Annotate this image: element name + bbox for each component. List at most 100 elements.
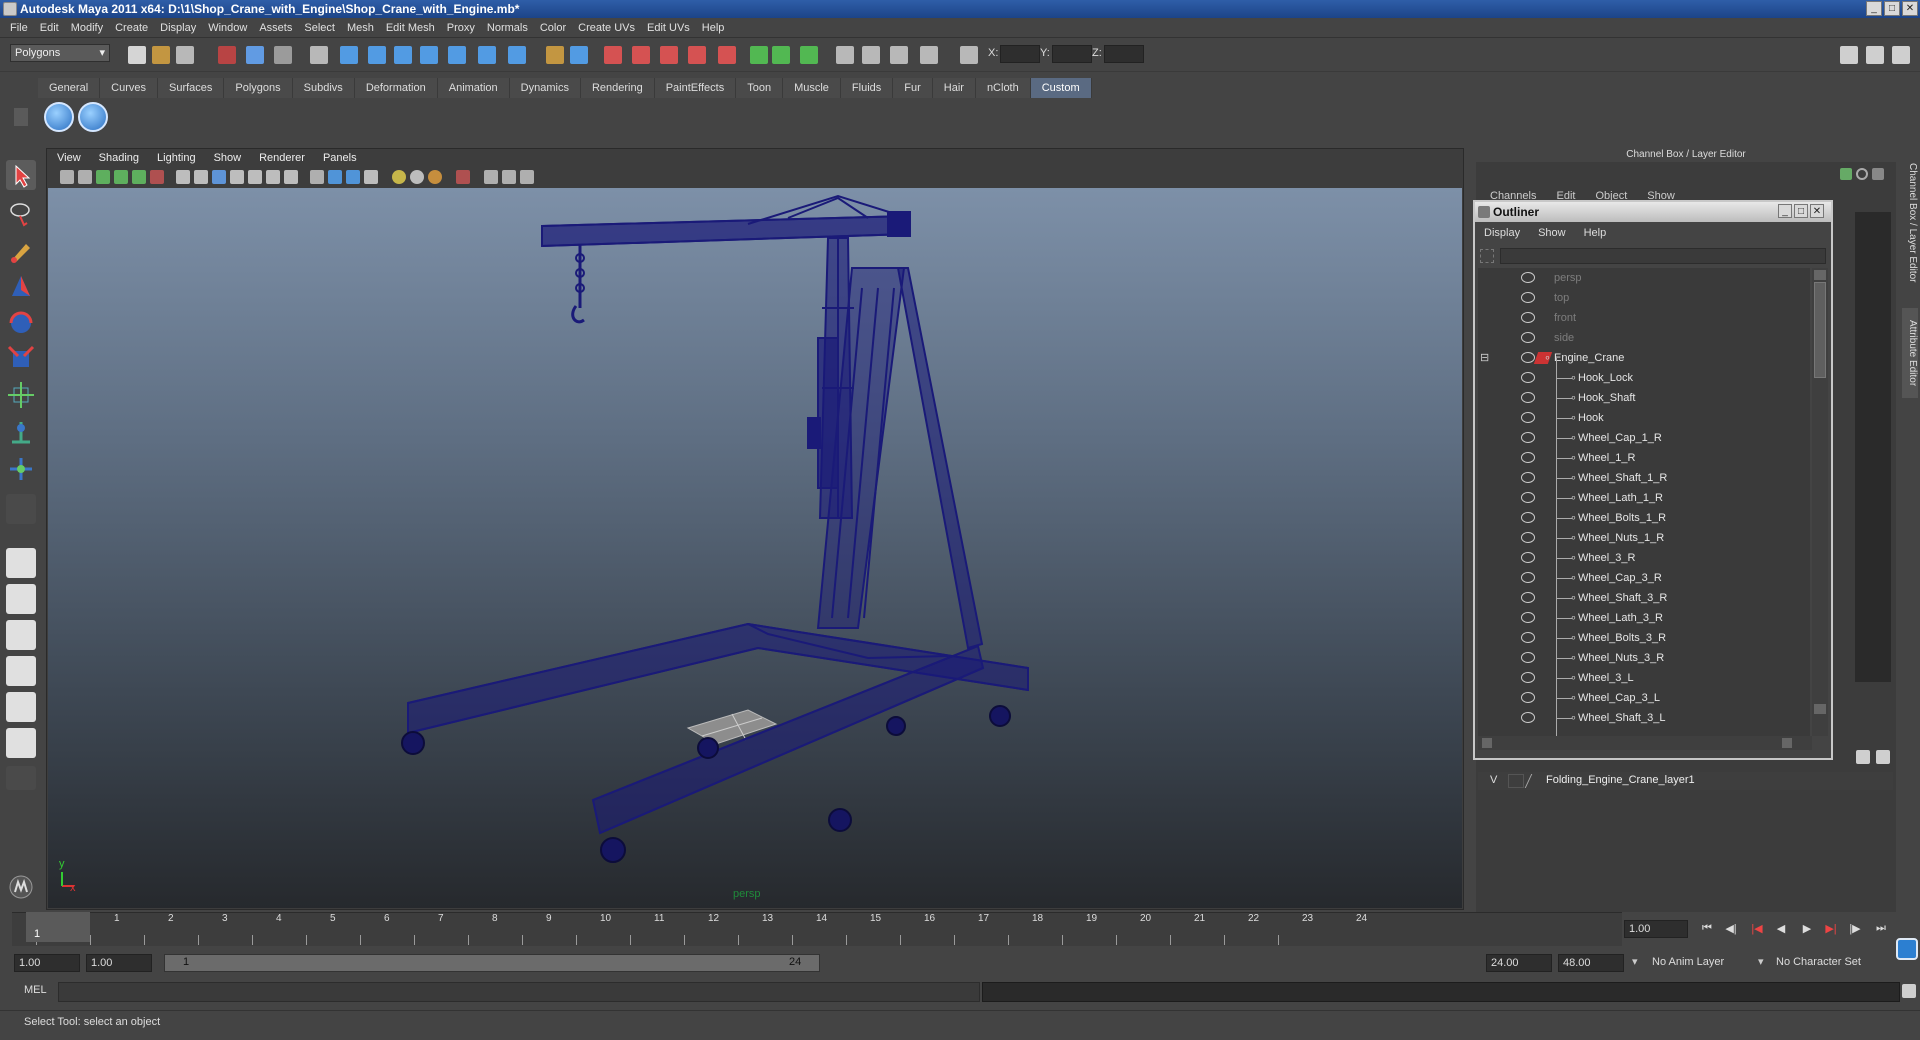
manipulator-tool-icon[interactable]	[6, 380, 36, 410]
layout-tool-icon[interactable]	[1892, 46, 1910, 64]
shelf-tab-fur[interactable]: Fur	[893, 78, 933, 98]
viewport-menu-shading[interactable]: Shading	[90, 152, 148, 164]
list-item[interactable]: front	[1478, 308, 1810, 328]
menu-create[interactable]: Create	[109, 22, 154, 34]
snap-curve-icon[interactable]	[368, 46, 386, 64]
maximize-button[interactable]: □	[1884, 1, 1900, 16]
auto-key-icon[interactable]	[1896, 938, 1918, 960]
time-slider[interactable]: 1 2 3 4 5 6 7 8 9 10 11 12 13 14 15 16 17 18 19 20 21 22 23 24	[12, 912, 1622, 946]
select-component-icon[interactable]	[274, 46, 292, 64]
show-hide-attr-icon[interactable]	[772, 46, 790, 64]
menu-edit-uvs[interactable]: Edit UVs	[641, 22, 696, 34]
list-item[interactable]: ∘ Wheel_Shaft_3_R	[1478, 588, 1810, 608]
light-icon[interactable]	[890, 46, 908, 64]
menu-color[interactable]: Color	[534, 22, 572, 34]
list-item[interactable]: ∘ Wheel_Nuts_3_R	[1478, 648, 1810, 668]
safe-title-icon[interactable]	[284, 170, 298, 184]
y-input[interactable]	[1052, 45, 1092, 63]
list-item[interactable]: ∘ Wheel_Cap_3_R	[1478, 568, 1810, 588]
list-item[interactable]: ∘ Wheel_Bolts_1_R	[1478, 508, 1810, 528]
list-item[interactable]: ∘ Wheel_Lath_1_R	[1478, 488, 1810, 508]
scroll-up-icon[interactable]	[1814, 270, 1826, 280]
bookmark-icon[interactable]	[96, 170, 110, 184]
z-input[interactable]	[1104, 45, 1144, 63]
menu-modify[interactable]: Modify	[65, 22, 109, 34]
shelf-tab-toon[interactable]: Toon	[736, 78, 784, 98]
menu-set-select[interactable]: Polygons ▾	[10, 44, 110, 62]
new-scene-icon[interactable]	[128, 46, 146, 64]
last-tool-slot[interactable]	[6, 494, 36, 524]
smooth-shade-icon[interactable]	[328, 170, 342, 184]
input-ops-icon[interactable]	[546, 46, 564, 64]
default-light-icon[interactable]	[392, 170, 406, 184]
shade-wire-icon[interactable]	[346, 170, 360, 184]
layer-color-swatch[interactable]	[1524, 774, 1544, 788]
render-view-icon[interactable]	[718, 46, 736, 64]
all-lights-icon[interactable]	[410, 170, 424, 184]
scroll-thumb[interactable]	[1814, 282, 1826, 378]
wireframe-icon[interactable]	[310, 170, 324, 184]
select-object-icon[interactable]	[246, 46, 264, 64]
shelf-tab-general[interactable]: General	[38, 78, 101, 98]
check-icon[interactable]	[44, 102, 74, 132]
list-item[interactable]: ∘ Hook	[1478, 408, 1810, 428]
menu-mesh[interactable]: Mesh	[341, 22, 380, 34]
list-item[interactable]: ∘ Wheel_Bolts_3_R	[1478, 628, 1810, 648]
output-ops-icon[interactable]	[570, 46, 588, 64]
script-editor-icon[interactable]	[1902, 984, 1916, 998]
soft-mod-tool-icon[interactable]	[6, 418, 36, 448]
shelf-tab-subdivs[interactable]: Subdivs	[292, 78, 355, 98]
show-hide-channel-icon[interactable]	[750, 46, 768, 64]
gate-mask-icon[interactable]	[230, 170, 244, 184]
shelf-tab-custom[interactable]: Custom	[1030, 78, 1092, 98]
layer-name[interactable]: Folding_Engine_Crane_layer1	[1546, 774, 1695, 786]
viewport-3d[interactable]	[48, 188, 1462, 908]
scale-tool-icon[interactable]	[6, 344, 36, 374]
menu-assets[interactable]: Assets	[253, 22, 298, 34]
save-scene-icon[interactable]	[176, 46, 194, 64]
play-forwards-icon[interactable]: ▶	[1798, 922, 1816, 938]
scroll-right-icon[interactable]	[1782, 738, 1792, 748]
list-item[interactable]: ∘ Wheel_Shaft_3_L	[1478, 708, 1810, 728]
hypershade-persp-layout-icon[interactable]	[6, 692, 36, 722]
xray-joints-icon[interactable]	[502, 170, 516, 184]
camera-alt-icon[interactable]	[862, 46, 880, 64]
layout-channel-icon[interactable]	[1840, 46, 1858, 64]
step-back-key-icon[interactable]: ◀|	[1722, 922, 1740, 938]
menu-edit[interactable]: Edit	[34, 22, 65, 34]
outliner-persp-layout-icon[interactable]	[6, 620, 36, 650]
step-forward-key-icon[interactable]: |▶	[1846, 922, 1864, 938]
shelf-tab-muscle[interactable]: Muscle	[783, 78, 841, 98]
end-time-field[interactable]: 48.00	[1558, 954, 1624, 972]
single-pane-layout-icon[interactable]	[6, 548, 36, 578]
coordinate-mode-icon[interactable]	[960, 46, 978, 64]
scroll-down-icon[interactable]	[1814, 704, 1826, 714]
tab-channel-box[interactable]: Channel Box / Layer Editor	[1902, 158, 1918, 288]
list-item[interactable]: ∘ Wheel_Cap_1_R	[1478, 428, 1810, 448]
list-item[interactable]: ∘ Wheel_3_R	[1478, 548, 1810, 568]
shelf-tab-fluids[interactable]: Fluids	[840, 78, 894, 98]
show-hide-tool-icon[interactable]	[800, 46, 818, 64]
ipr-render-icon[interactable]	[632, 46, 650, 64]
shelf-menu-icon[interactable]	[14, 108, 28, 126]
list-item[interactable]: persp	[1478, 268, 1810, 288]
select-tool-icon[interactable]	[6, 160, 36, 190]
tab-attribute-editor[interactable]: Attribute Editor	[1902, 308, 1918, 398]
outliner-close-button[interactable]: ✕	[1810, 204, 1824, 218]
list-item[interactable]: ∘ Wheel_1_R	[1478, 448, 1810, 468]
snap-surface-icon[interactable]	[448, 46, 466, 64]
display-layer-row[interactable]: V Folding_Engine_Crane_layer1	[1478, 772, 1893, 790]
list-item[interactable]: side	[1478, 328, 1810, 348]
step-back-frame-icon[interactable]: |◀	[1748, 922, 1766, 938]
playback-end-field[interactable]: 24.00	[1486, 954, 1552, 972]
chevron-down-icon[interactable]: ▾	[1758, 955, 1764, 968]
filter-icon[interactable]	[1480, 249, 1494, 263]
shelf-tab-ncloth[interactable]: nCloth	[975, 78, 1031, 98]
graph-persp-layout-icon[interactable]	[6, 656, 36, 686]
new-layer-icon[interactable]	[1856, 750, 1870, 764]
layout-menu-icon[interactable]	[6, 766, 36, 790]
menu-create-uvs[interactable]: Create UVs	[572, 22, 641, 34]
outliner-vertical-scrollbar[interactable]	[1812, 268, 1828, 736]
outliner-horizontal-scrollbar[interactable]	[1478, 736, 1812, 750]
open-scene-icon[interactable]	[152, 46, 170, 64]
